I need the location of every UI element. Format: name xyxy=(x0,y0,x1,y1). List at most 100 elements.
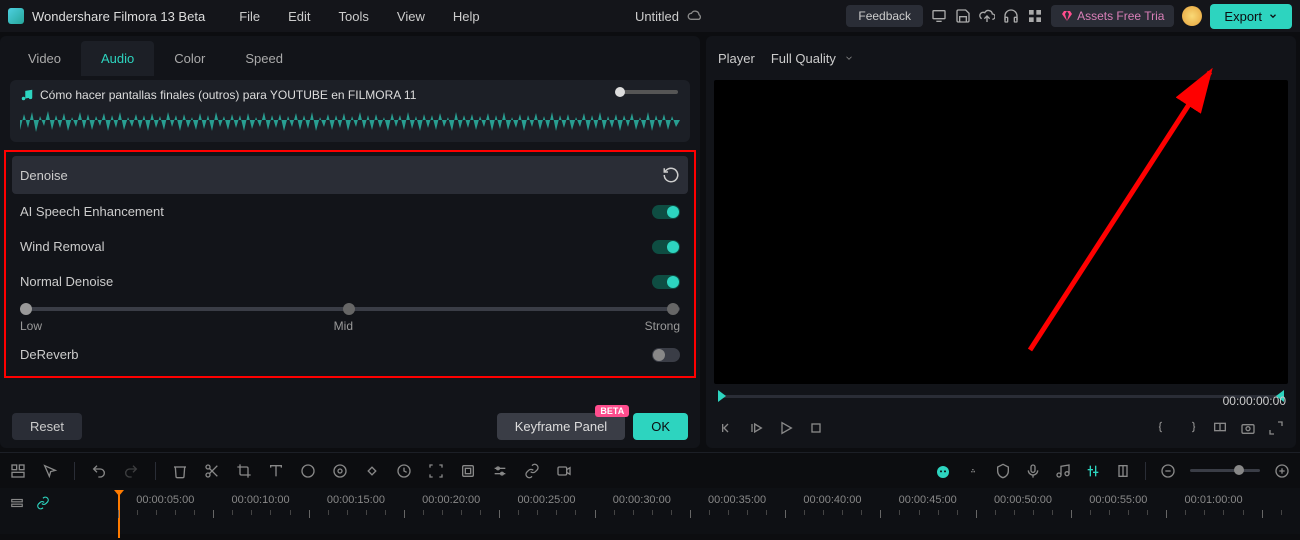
text-tool-icon[interactable] xyxy=(268,463,284,479)
timeline-ruler[interactable]: 00:00:05:00 00:00:10:00 00:00:15:00 00:00:2… xyxy=(0,488,1300,534)
marker-icon[interactable] xyxy=(1115,463,1131,479)
color-wheel-icon[interactable] xyxy=(332,463,348,479)
user-avatar[interactable] xyxy=(1182,6,1202,26)
sparkle-icon[interactable] xyxy=(965,463,981,479)
normal-denoise-toggle[interactable] xyxy=(652,275,680,289)
ok-button[interactable]: OK xyxy=(633,413,688,440)
project-title: Untitled xyxy=(635,9,679,24)
tab-audio[interactable]: Audio xyxy=(81,41,154,76)
clip-title: Cómo hacer pantallas finales (outros) pa… xyxy=(40,88,416,102)
wind-removal-row: Wind Removal xyxy=(12,229,688,264)
link-icon[interactable] xyxy=(524,463,540,479)
cloud-sync-icon[interactable] xyxy=(687,8,703,24)
time-label: 00:00:30:00 xyxy=(613,494,671,506)
speed-circle-icon[interactable] xyxy=(300,463,316,479)
denoise-strength-slider[interactable] xyxy=(20,307,680,311)
dereverb-toggle[interactable] xyxy=(652,348,680,362)
headphones-icon[interactable] xyxy=(1003,8,1019,24)
time-label: 00:00:40:00 xyxy=(803,494,861,506)
scrub-in-marker-icon[interactable] xyxy=(718,390,726,402)
ruler-track[interactable]: 00:00:05:00 00:00:10:00 00:00:15:00 00:00:2… xyxy=(70,492,1300,532)
clip-gain-slider[interactable] xyxy=(618,90,678,94)
adjust-icon[interactable] xyxy=(492,463,508,479)
mic-icon[interactable] xyxy=(1025,463,1041,479)
tab-video[interactable]: Video xyxy=(8,41,81,76)
mask-icon[interactable] xyxy=(460,463,476,479)
save-icon[interactable] xyxy=(955,8,971,24)
zoom-slider[interactable] xyxy=(1190,469,1260,472)
layout-icon[interactable] xyxy=(10,463,26,479)
time-label: 00:00:10:00 xyxy=(232,494,290,506)
monitor-icon[interactable] xyxy=(931,8,947,24)
menu-tools[interactable]: Tools xyxy=(327,5,381,28)
properties-panel: Video Audio Color Speed Cómo hacer panta… xyxy=(0,36,700,448)
wind-removal-toggle[interactable] xyxy=(652,240,680,254)
slider-strong-label: Strong xyxy=(645,319,680,333)
main-split: Video Audio Color Speed Cómo hacer panta… xyxy=(0,32,1300,452)
play-icon[interactable] xyxy=(778,420,794,436)
player-scrub-bar[interactable] xyxy=(714,388,1288,404)
menubar-center: Untitled xyxy=(496,8,843,24)
music-note-icon xyxy=(20,88,34,102)
player-quality-select[interactable]: Full Quality xyxy=(771,51,854,66)
menu-view[interactable]: View xyxy=(385,5,437,28)
tab-speed[interactable]: Speed xyxy=(225,41,303,76)
diamond-icon xyxy=(1061,10,1073,22)
grid-icon[interactable] xyxy=(1027,8,1043,24)
track-link-icon[interactable] xyxy=(36,496,52,512)
crop-icon[interactable] xyxy=(236,463,252,479)
speed-ramp-icon[interactable] xyxy=(396,463,412,479)
reset-denoise-icon[interactable] xyxy=(662,166,680,184)
menu-file[interactable]: File xyxy=(227,5,272,28)
redo-icon[interactable] xyxy=(123,463,139,479)
denoise-header-row[interactable]: Denoise xyxy=(12,156,688,194)
menu-help[interactable]: Help xyxy=(441,5,492,28)
zoom-in-icon[interactable] xyxy=(1274,463,1290,479)
player-top-bar: Player Full Quality xyxy=(706,36,1296,80)
focus-icon[interactable] xyxy=(428,463,444,479)
keyframe-icon[interactable] xyxy=(364,463,380,479)
time-label: 00:00:20:00 xyxy=(422,494,480,506)
assets-trial-button[interactable]: Assets Free Tria xyxy=(1051,5,1174,27)
keyframe-panel-button[interactable]: Keyframe Panel xyxy=(497,413,626,440)
ruler-left-controls xyxy=(0,492,70,516)
waveform-display xyxy=(20,106,680,134)
brace-open-icon[interactable] xyxy=(1156,420,1172,436)
ai-speech-toggle[interactable] xyxy=(652,205,680,219)
keyframe-panel-wrap: BETA Keyframe Panel xyxy=(497,413,626,440)
feedback-button[interactable]: Feedback xyxy=(846,5,923,27)
pointer-tool-icon[interactable] xyxy=(42,463,58,479)
timeline-toolbar xyxy=(0,452,1300,488)
record-icon[interactable] xyxy=(556,463,572,479)
export-button[interactable]: Export xyxy=(1210,4,1292,29)
delete-icon[interactable] xyxy=(172,463,188,479)
reset-button[interactable]: Reset xyxy=(12,413,82,440)
cloud-up-icon[interactable] xyxy=(979,8,995,24)
time-label: 00:00:05:00 xyxy=(136,494,194,506)
ai-chat-icon[interactable] xyxy=(935,463,951,479)
normal-denoise-label: Normal Denoise xyxy=(20,274,113,289)
mixer-icon[interactable] xyxy=(1085,463,1101,479)
player-label: Player xyxy=(718,51,755,66)
zoom-out-icon[interactable] xyxy=(1160,463,1176,479)
time-label: 00:00:35:00 xyxy=(708,494,766,506)
tab-color[interactable]: Color xyxy=(154,41,225,76)
music-icon[interactable] xyxy=(1055,463,1071,479)
undo-icon[interactable] xyxy=(91,463,107,479)
time-label: 00:00:15:00 xyxy=(327,494,385,506)
chevron-down-icon xyxy=(1268,11,1278,21)
denoise-slider-labels: Low Mid Strong xyxy=(20,319,680,333)
display-settings-icon[interactable] xyxy=(1212,420,1228,436)
player-viewport[interactable] xyxy=(714,80,1288,384)
menu-edit[interactable]: Edit xyxy=(276,5,322,28)
expand-icon[interactable] xyxy=(1268,420,1284,436)
play-forward-icon[interactable] xyxy=(748,420,764,436)
brace-close-icon[interactable] xyxy=(1184,420,1200,436)
prev-frame-icon[interactable] xyxy=(718,420,734,436)
stop-icon[interactable] xyxy=(808,420,824,436)
track-header-icon[interactable] xyxy=(10,496,26,512)
shield-icon[interactable] xyxy=(995,463,1011,479)
tab-row: Video Audio Color Speed xyxy=(0,36,700,80)
snapshot-icon[interactable] xyxy=(1240,420,1256,436)
cut-icon[interactable] xyxy=(204,463,220,479)
